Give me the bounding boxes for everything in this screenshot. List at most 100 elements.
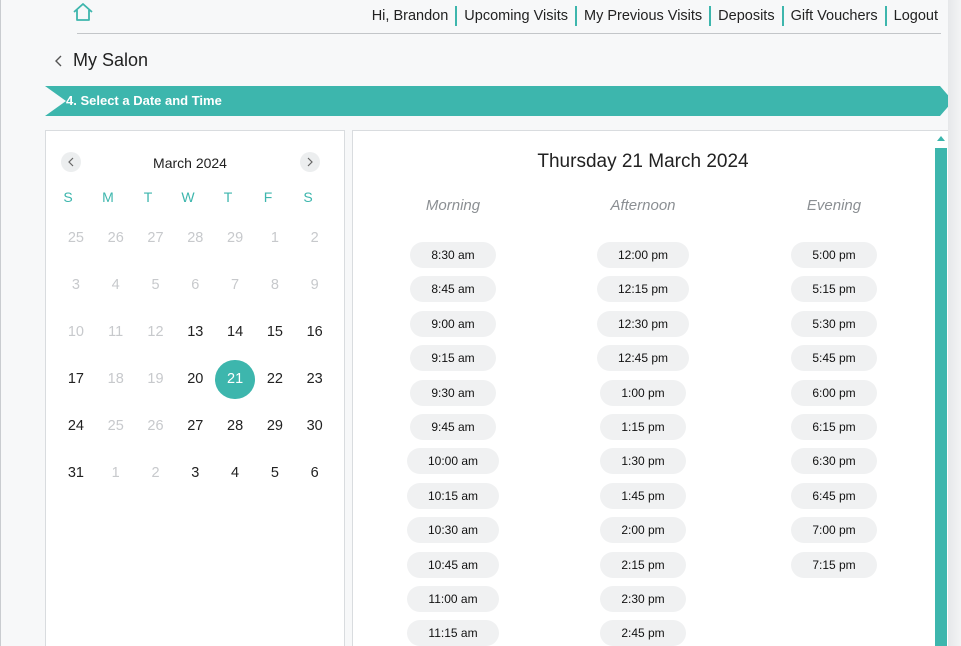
afternoon-heading: Afternoon xyxy=(610,197,676,214)
calendar-day[interactable]: 28 xyxy=(215,407,255,447)
calendar-day-unavailable: 19 xyxy=(147,371,164,388)
time-slot-button[interactable]: 7:00 pm xyxy=(791,517,877,544)
scrollbar[interactable] xyxy=(934,134,948,646)
time-slot-button[interactable]: 6:00 pm xyxy=(791,379,877,406)
calendar-day-unavailable: 12 xyxy=(147,324,164,341)
calendar-day[interactable]: 5 xyxy=(255,454,295,494)
time-slot-button[interactable]: 8:45 am xyxy=(410,276,496,303)
time-slot-button[interactable]: 7:15 pm xyxy=(791,551,877,578)
time-slot-button[interactable]: 5:15 pm xyxy=(791,276,877,303)
calendar-day-unavailable: 5 xyxy=(151,277,160,294)
calendar-day[interactable]: 22 xyxy=(255,360,295,400)
evening-slots: 5:00 pm 5:15 pm 5:30 pm 5:45 pm 6:00 pm 6:15 … xyxy=(759,242,909,586)
calendar-day-unavailable: 18 xyxy=(107,371,124,388)
calendar-day[interactable]: 15 xyxy=(255,313,295,353)
calendar-day-unavailable: 29 xyxy=(227,230,244,247)
time-slot-button[interactable]: 6:15 pm xyxy=(791,413,877,440)
nav-gift-vouchers[interactable]: Gift Vouchers xyxy=(784,6,887,26)
nav-previous-visits[interactable]: My Previous Visits xyxy=(577,6,712,26)
calendar-month: March 2024 xyxy=(153,155,227,171)
time-slot-button[interactable]: 6:30 pm xyxy=(791,448,877,475)
time-slot-button[interactable]: 8:30 am xyxy=(410,242,496,268)
time-slot-button[interactable]: 5:00 pm xyxy=(791,242,877,268)
calendar-day[interactable]: 29 xyxy=(255,407,295,447)
calendar-day[interactable]: 17 xyxy=(56,360,96,400)
calendar-day-selected[interactable]: 21 xyxy=(215,359,255,400)
time-slot-button[interactable]: 9:00 am xyxy=(410,310,496,337)
window-edge xyxy=(948,0,961,646)
calendar-day-unavailable: 6 xyxy=(191,277,200,294)
calendar-day[interactable]: 13 xyxy=(175,313,215,353)
calendar-day-unavailable: 7 xyxy=(231,277,240,294)
time-slot-button[interactable]: 10:00 am xyxy=(406,448,500,475)
calendar-day[interactable]: 3 xyxy=(175,454,215,494)
time-slot-button[interactable]: 5:30 pm xyxy=(791,310,877,337)
calendar-day-unavailable: 27 xyxy=(147,230,164,247)
calendar-week: 25 26 27 28 29 1 2 xyxy=(56,215,336,262)
calendar-day-unavailable: 28 xyxy=(187,230,204,247)
weekday-header: S M T W T F S xyxy=(46,189,344,205)
calendar-day[interactable]: 23 xyxy=(295,360,335,400)
calendar-day[interactable]: 27 xyxy=(175,407,215,447)
calendar-day-unavailable: 26 xyxy=(147,418,164,435)
time-slot-button[interactable]: 10:45 am xyxy=(406,551,500,578)
time-slot-button[interactable]: 12:00 pm xyxy=(596,242,690,268)
calendar-day-unavailable: 3 xyxy=(71,277,80,294)
time-slot-button[interactable]: 1:15 pm xyxy=(600,413,686,440)
chevron-left-icon xyxy=(55,55,62,66)
time-slot-button[interactable]: 2:30 pm xyxy=(600,585,686,612)
calendar-day[interactable]: 16 xyxy=(295,313,335,353)
time-slot-button[interactable]: 1:45 pm xyxy=(600,482,686,509)
next-month-button[interactable] xyxy=(300,152,320,172)
time-slot-button[interactable]: 11:00 am xyxy=(407,585,499,612)
time-slot-button[interactable]: 10:15 am xyxy=(406,482,500,509)
time-slot-button[interactable]: 2:00 pm xyxy=(600,517,686,544)
calendar-day[interactable]: 24 xyxy=(56,407,96,447)
evening-heading: Evening xyxy=(806,197,862,214)
calendar-header: March 2024 xyxy=(46,151,344,175)
calendar-grid: 25 26 27 28 29 1 2 3 4 5 6 7 8 9 10 11 12 13 14 15 16 17 18 19 2… xyxy=(56,215,336,497)
calendar-week: 17 18 19 20 21 22 23 xyxy=(56,356,336,403)
morning-slots: 8:30 am 8:45 am 9:00 am 9:15 am 9:30 am 9:45 … xyxy=(378,242,528,646)
calendar-day-unavailable: 11 xyxy=(108,324,124,341)
afternoon-slots: 12:00 pm 12:15 pm 12:30 pm 12:45 pm 1:00 pm 1… xyxy=(568,242,718,646)
time-slot-button[interactable]: 11:15 am xyxy=(407,620,499,646)
step-title: 4. Select a Date and Time xyxy=(66,93,222,108)
time-slot-button[interactable]: 12:30 pm xyxy=(596,310,690,337)
time-slot-button[interactable]: 9:15 am xyxy=(410,345,496,372)
time-slot-button[interactable]: 9:30 am xyxy=(410,379,496,406)
calendar-day[interactable]: 20 xyxy=(175,360,215,400)
user-greeting: Hi, Brandon xyxy=(365,6,458,26)
top-nav: Hi, Brandon Upcoming Visits My Previous … xyxy=(365,6,938,26)
calendar-day[interactable]: 30 xyxy=(295,407,335,447)
time-slot-button[interactable]: 1:00 pm xyxy=(600,379,686,406)
time-slot-button[interactable]: 2:15 pm xyxy=(600,551,686,578)
step-banner: 4. Select a Date and Time xyxy=(45,86,953,116)
calendar-day[interactable]: 6 xyxy=(295,454,335,494)
time-slot-button[interactable]: 1:30 pm xyxy=(600,448,686,475)
calendar-day[interactable]: 14 xyxy=(215,313,255,353)
weekday-label: F xyxy=(263,189,273,205)
scroll-thumb[interactable] xyxy=(935,148,947,646)
time-slot-button[interactable]: 6:45 pm xyxy=(791,482,877,509)
scroll-up-arrow[interactable] xyxy=(937,136,945,141)
nav-logout[interactable]: Logout xyxy=(887,6,938,26)
calendar-day-unavailable: 2 xyxy=(151,465,160,482)
time-slot-button[interactable]: 2:45 pm xyxy=(600,620,686,646)
calendar-day[interactable]: 4 xyxy=(215,454,255,494)
time-slots-panel: Thursday 21 March 2024 Morning Afternoon… xyxy=(352,130,949,646)
calendar-day-unavailable: 2 xyxy=(310,230,319,247)
home-icon[interactable] xyxy=(72,2,94,22)
calendar-day[interactable]: 31 xyxy=(56,454,96,494)
time-slot-button[interactable]: 10:30 am xyxy=(406,517,500,544)
time-slot-button[interactable]: 12:15 pm xyxy=(596,276,690,303)
nav-upcoming-visits[interactable]: Upcoming Visits xyxy=(457,6,577,26)
nav-deposits[interactable]: Deposits xyxy=(711,6,784,26)
calendar-day-unavailable: 10 xyxy=(67,324,84,341)
time-slot-button[interactable]: 9:45 am xyxy=(410,413,496,440)
time-slot-button[interactable]: 12:45 pm xyxy=(596,345,690,372)
morning-heading: Morning xyxy=(425,197,481,214)
back-link[interactable]: My Salon xyxy=(53,50,148,71)
calendar-week: 24 25 26 27 28 29 30 xyxy=(56,403,336,450)
time-slot-button[interactable]: 5:45 pm xyxy=(791,345,877,372)
